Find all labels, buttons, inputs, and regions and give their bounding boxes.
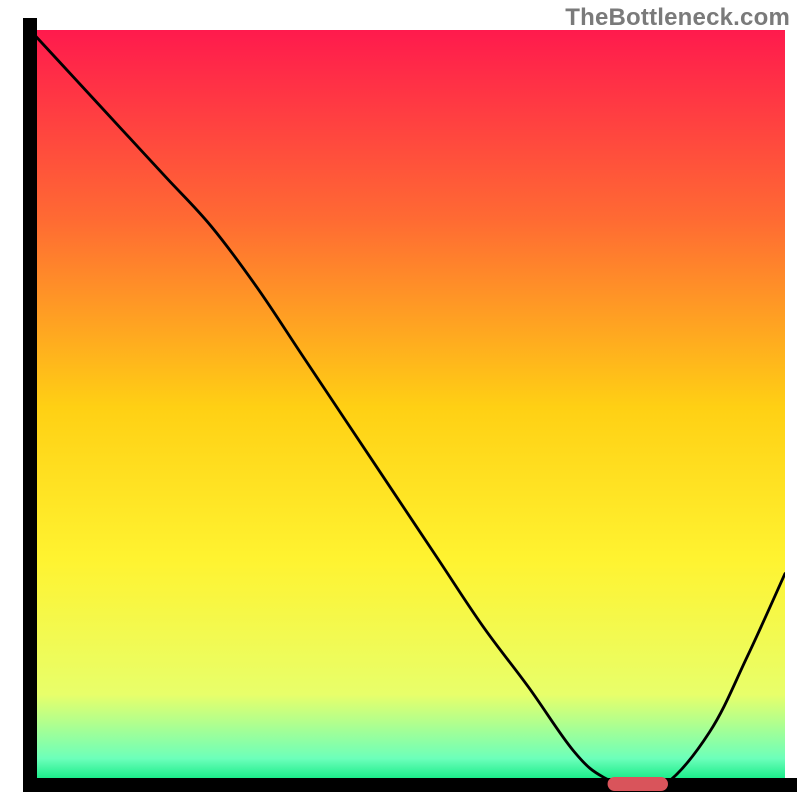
heat-background [30, 30, 785, 785]
optimal-range-marker [608, 777, 668, 791]
chart-stage: TheBottleneck.com [0, 0, 800, 800]
bottleneck-chart [0, 0, 800, 800]
